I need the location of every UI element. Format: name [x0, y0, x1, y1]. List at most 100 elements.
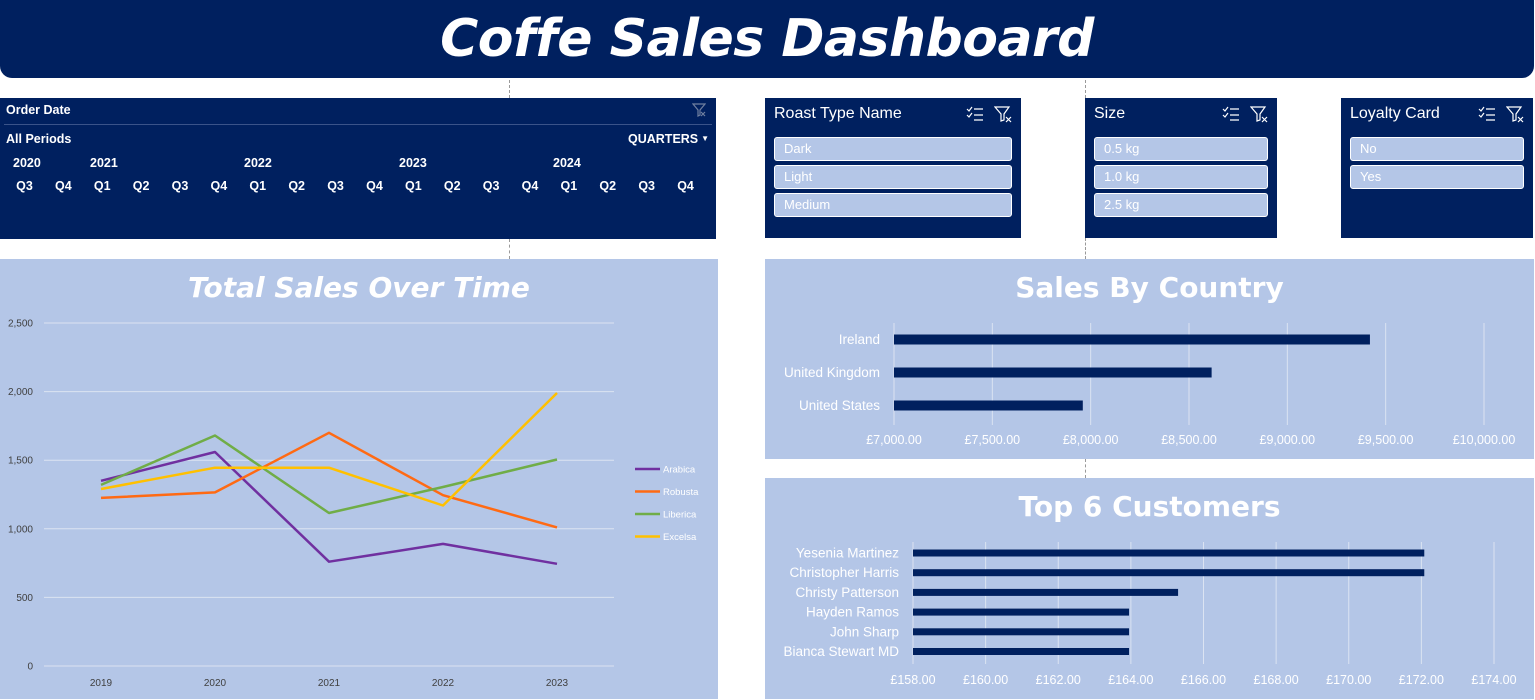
- filter-clear-icon[interactable]: [691, 102, 707, 117]
- slicer-item[interactable]: 2.5 kg: [1094, 193, 1268, 217]
- filter-clear-icon[interactable]: [993, 105, 1012, 127]
- timeline-quarter-label[interactable]: Q4: [355, 179, 393, 193]
- y-tick-label: 2,500: [8, 319, 33, 330]
- x-tick-label: £10,000.00: [1453, 433, 1516, 447]
- bar: [913, 569, 1425, 577]
- y-tick-label: 1,000: [8, 524, 33, 535]
- timeline-divider: [4, 124, 712, 125]
- timeline-quarter-label[interactable]: Q2: [122, 179, 160, 193]
- legend-label: Robusta: [663, 487, 699, 498]
- timeline-periods-label: All Periods: [6, 132, 72, 146]
- slicer-item[interactable]: 0.5 kg: [1094, 137, 1268, 161]
- category-label: United States: [799, 398, 880, 413]
- slicer-item[interactable]: Light: [774, 165, 1012, 189]
- timeline-quarter-label[interactable]: Q3: [5, 179, 43, 193]
- timeline-quarter-label[interactable]: Q1: [550, 179, 588, 193]
- filter-clear-icon[interactable]: [1505, 105, 1524, 127]
- timeline-quarter-label[interactable]: Q3: [628, 179, 666, 193]
- legend-label: Liberica: [663, 510, 697, 521]
- guide-line: [1085, 238, 1086, 259]
- bar: [913, 628, 1130, 636]
- timeline-quarter-label[interactable]: Q3: [161, 179, 199, 193]
- x-tick-label: 2020: [204, 678, 227, 689]
- guide-line: [1085, 80, 1086, 98]
- slicer-roast-type[interactable]: Roast Type Name Dark Light Medium: [765, 98, 1021, 238]
- timeline-quarter-label[interactable]: Q4: [511, 179, 549, 193]
- category-label: Bianca Stewart MD: [783, 644, 899, 659]
- customer-bar-chart: £158.00 £160.00 £162.00 £164.00 £166.00 £168.…: [783, 542, 1517, 687]
- category-label: Yesenia Martinez: [796, 546, 899, 561]
- dashboard-title: Coffe Sales Dashboard: [440, 9, 1094, 69]
- bar: [894, 400, 1083, 411]
- multi-select-icon[interactable]: [1222, 105, 1240, 127]
- dashboard-title-banner: Coffe Sales Dashboard: [0, 0, 1534, 78]
- timeline-title: Order Date: [6, 103, 71, 117]
- category-label: United Kingdom: [784, 365, 880, 380]
- category-label: Ireland: [839, 332, 880, 347]
- line-chart: 0 500 1,000 1,500 2,000 2,500 2019 2020 2021 2022…: [8, 319, 699, 690]
- x-tick-label: £160.00: [963, 673, 1008, 687]
- y-tick-label: 0: [27, 662, 33, 673]
- x-tick-label: £170.00: [1326, 673, 1371, 687]
- timeline-quarter-label[interactable]: Q4: [667, 179, 705, 193]
- slicer-loyalty-card[interactable]: Loyalty Card No Yes: [1341, 98, 1533, 238]
- x-tick-label: £8,000.00: [1063, 433, 1119, 447]
- multi-select-icon[interactable]: [1478, 105, 1496, 127]
- slicer-item[interactable]: 1.0 kg: [1094, 165, 1268, 189]
- slicer-size[interactable]: Size 0.5 kg 1.0 kg 2.5 kg: [1085, 98, 1277, 238]
- slicer-item[interactable]: No: [1350, 137, 1524, 161]
- slicer-title: Loyalty Card: [1350, 105, 1440, 122]
- y-tick-label: 2,000: [8, 387, 33, 398]
- slicer-title: Size: [1094, 105, 1126, 122]
- x-tick-label: £166.00: [1181, 673, 1226, 687]
- sales-by-country-panel: Sales By Country £7,000.00 £7,500.00 £8,00…: [765, 259, 1534, 459]
- x-tick-label: £7,000.00: [866, 433, 922, 447]
- x-tick-label: 2019: [90, 678, 113, 689]
- timeline-year-label: 2020: [13, 156, 41, 170]
- timeline-year-label: 2022: [244, 156, 272, 170]
- multi-select-icon[interactable]: [966, 105, 984, 127]
- timeline-level-label: QUARTERS: [628, 132, 699, 146]
- bar: [894, 367, 1212, 378]
- filter-clear-icon[interactable]: [1249, 105, 1268, 127]
- x-tick-label: £162.00: [1036, 673, 1081, 687]
- timeline-quarter-label[interactable]: Q4: [200, 179, 238, 193]
- timeline-quarter-label[interactable]: Q2: [278, 179, 316, 193]
- bar: [913, 608, 1130, 616]
- legend-label: Excelsa: [663, 532, 697, 543]
- series-line-excelsa: [100, 392, 558, 507]
- timeline-quarter-label[interactable]: Q1: [239, 179, 277, 193]
- x-tick-label: £9,500.00: [1358, 433, 1414, 447]
- x-tick-label: £9,000.00: [1260, 433, 1316, 447]
- slicer-title: Roast Type Name: [774, 105, 902, 122]
- slicer-item[interactable]: Dark: [774, 137, 1012, 161]
- timeline-quarter-label[interactable]: Q1: [394, 179, 432, 193]
- category-label: Christopher Harris: [789, 565, 899, 580]
- timeline-quarter-label[interactable]: Q1: [83, 179, 121, 193]
- y-tick-label: 1,500: [8, 456, 33, 467]
- timeline-quarter-label[interactable]: Q4: [44, 179, 82, 193]
- category-label: Christy Patterson: [795, 585, 899, 600]
- x-tick-label: £174.00: [1471, 673, 1516, 687]
- order-date-timeline[interactable]: Order Date All Periods QUARTERS ▼ 2020 202…: [0, 98, 716, 335]
- guide-line: [509, 80, 510, 98]
- timeline-quarter-label[interactable]: Q3: [472, 179, 510, 193]
- category-label: Hayden Ramos: [806, 605, 899, 620]
- bar: [894, 334, 1370, 345]
- chevron-down-icon: ▼: [701, 134, 710, 143]
- x-tick-label: £168.00: [1254, 673, 1299, 687]
- x-tick-label: £7,500.00: [965, 433, 1021, 447]
- category-label: John Sharp: [830, 624, 899, 639]
- x-tick-label: £172.00: [1399, 673, 1444, 687]
- timeline-year-label: 2021: [90, 156, 118, 170]
- timeline-quarter-label[interactable]: Q2: [589, 179, 627, 193]
- slicer-item[interactable]: Yes: [1350, 165, 1524, 189]
- timeline-year-label: 2023: [399, 156, 427, 170]
- timeline-quarter-label[interactable]: Q3: [317, 179, 355, 193]
- x-tick-label: £8,500.00: [1161, 433, 1217, 447]
- timeline-level-dropdown[interactable]: QUARTERS ▼: [628, 132, 709, 146]
- bar: [913, 549, 1425, 557]
- slicer-item[interactable]: Medium: [774, 193, 1012, 217]
- country-bar-chart: £7,000.00 £7,500.00 £8,000.00 £8,500.00 £9,0…: [784, 323, 1516, 447]
- timeline-quarter-label[interactable]: Q2: [433, 179, 471, 193]
